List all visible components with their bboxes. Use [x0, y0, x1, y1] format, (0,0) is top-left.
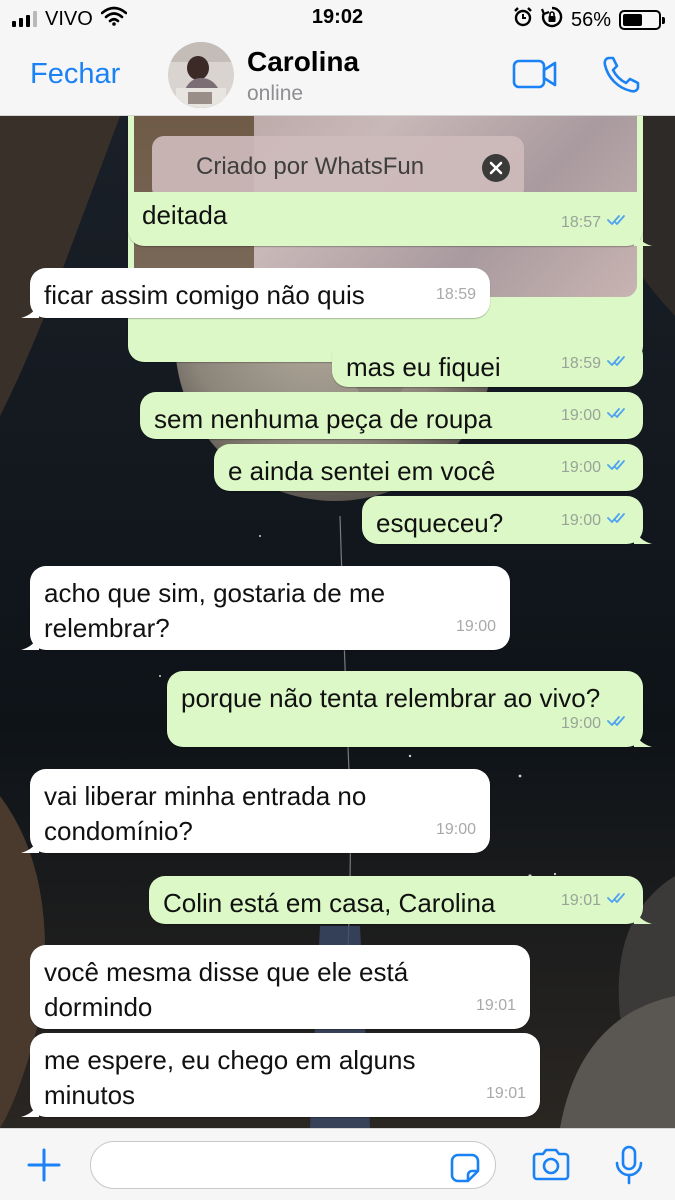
message-text: dormindo: [44, 992, 153, 1022]
message-text: sem nenhuma peça de roupa: [154, 404, 493, 434]
message-text: vai liberar minha entrada no: [44, 781, 367, 811]
message-time: 19:01: [485, 1085, 526, 1102]
composer-bar: [0, 1128, 675, 1200]
message-bubble[interactable]: acho que sim, gostaria de me relembrar? …: [21, 566, 510, 650]
message-bubble[interactable]: você mesma disse que ele está dormindo 1…: [30, 945, 530, 1029]
message-time: 18:59: [560, 355, 601, 372]
message-time: 19:00: [455, 618, 496, 635]
message-bubble[interactable]: e ainda sentei em você 19:00: [214, 444, 643, 491]
message-text: deitada: [142, 200, 228, 230]
close-icon[interactable]: [482, 154, 510, 182]
message-text: relembrar?: [44, 613, 170, 643]
message-text: Colin está em casa, Carolina: [163, 888, 496, 918]
rotation-lock-icon: [540, 6, 563, 34]
message-bubble[interactable]: Colin está em casa, Carolina 19:01: [149, 876, 652, 924]
message-time: 19:00: [560, 715, 601, 732]
message-bubble[interactable]: sem nenhuma peça de roupa 19:00: [140, 392, 643, 439]
message-bubble[interactable]: esqueceu? 19:00: [362, 496, 652, 544]
message-bubble[interactable]: me espere, eu chego em alguns minutos 19…: [21, 1033, 540, 1117]
message-time: 19:00: [560, 459, 601, 476]
plus-icon[interactable]: [26, 1147, 62, 1188]
message-bubble[interactable]: vai liberar minha entrada no condomínio?…: [21, 769, 490, 853]
microphone-icon[interactable]: [614, 1145, 644, 1190]
message-text: condomínio?: [44, 816, 193, 846]
message-text: minutos: [44, 1080, 136, 1110]
message-time: 18:57: [560, 214, 601, 231]
watermark-label: Criado por WhatsFun: [196, 153, 425, 180]
message-text: você mesma disse que ele está: [44, 957, 409, 987]
message-time: 19:00: [560, 407, 601, 424]
message-text: acho que sim, gostaria de me: [44, 578, 386, 608]
contact-status: online: [247, 82, 304, 105]
message-bubble[interactable]: mas eu fiquei 18:59: [332, 340, 643, 387]
camera-icon[interactable]: [530, 1147, 572, 1188]
sticker-icon[interactable]: [448, 1151, 482, 1190]
contact-name[interactable]: Carolina: [247, 46, 359, 78]
read-receipt-icon: [607, 706, 629, 741]
read-receipt-icon: [607, 398, 629, 433]
message-bubble[interactable]: deitada 18:57: [128, 192, 652, 246]
phone-icon[interactable]: [600, 54, 642, 101]
read-receipt-icon: [607, 346, 629, 381]
chat-header: Fechar Carolina online: [0, 36, 675, 116]
message-time: 19:00: [560, 512, 601, 529]
chat-area[interactable]: Criado por WhatsFun deitada 18:57 ficar …: [0, 116, 675, 1128]
read-receipt-icon: [607, 205, 629, 240]
avatar[interactable]: [168, 42, 234, 108]
message-time: 19:00: [435, 821, 476, 838]
video-call-icon[interactable]: [512, 58, 558, 95]
message-time: 18:59: [435, 286, 476, 303]
message-input-field[interactable]: [90, 1141, 496, 1189]
message-input[interactable]: [107, 1142, 447, 1186]
close-button[interactable]: Fechar: [30, 58, 120, 91]
battery-percent: 56%: [570, 8, 611, 31]
alarm-icon: [513, 7, 533, 33]
read-receipt-icon: [607, 883, 629, 918]
message-text: me espere, eu chego em alguns: [44, 1045, 416, 1075]
message-bubble[interactable]: ficar assim comigo não quis 18:59: [21, 268, 490, 318]
message-bubble[interactable]: porque não tenta relembrar ao vivo? 19:0…: [167, 671, 652, 747]
message-time: 19:01: [475, 997, 516, 1014]
message-text: ficar assim comigo não quis: [44, 280, 365, 310]
read-receipt-icon: [607, 503, 629, 538]
message-time: 19:01: [560, 892, 601, 909]
watermark-banner: Criado por WhatsFun: [152, 136, 524, 200]
status-bar: VIVO 19:02 56%: [0, 0, 675, 36]
battery-icon: [619, 10, 665, 30]
read-receipt-icon: [607, 450, 629, 485]
